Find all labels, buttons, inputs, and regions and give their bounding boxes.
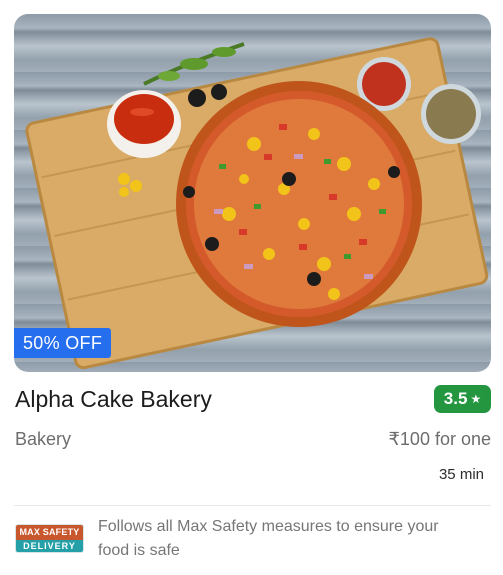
logo-top-text: MAX SAFETY: [16, 525, 83, 540]
rating-value: 3.5: [443, 389, 468, 408]
rating-badge: 3.5 ★: [434, 385, 491, 413]
restaurant-image[interactable]: [14, 14, 491, 372]
restaurant-card[interactable]: 50% OFF Alpha Cake Bakery 3.5 ★ Bakery ₹…: [0, 0, 503, 575]
delivery-time: 35 min: [438, 466, 484, 483]
cuisine-label: Bakery: [15, 429, 72, 449]
offer-badge: 50% OFF: [14, 328, 112, 358]
divider: [14, 505, 491, 506]
star-icon: ★: [470, 392, 482, 406]
price-for-one: ₹100 for one: [388, 429, 491, 449]
restaurant-name[interactable]: Alpha Cake Bakery: [15, 386, 212, 413]
pizza-photo: [25, 37, 489, 370]
logo-bottom-text: DELIVERY: [16, 540, 83, 552]
safety-message: Follows all Max Safety measures to ensur…: [98, 518, 439, 559]
max-safety-logo: MAX SAFETY DELIVERY: [15, 524, 84, 553]
